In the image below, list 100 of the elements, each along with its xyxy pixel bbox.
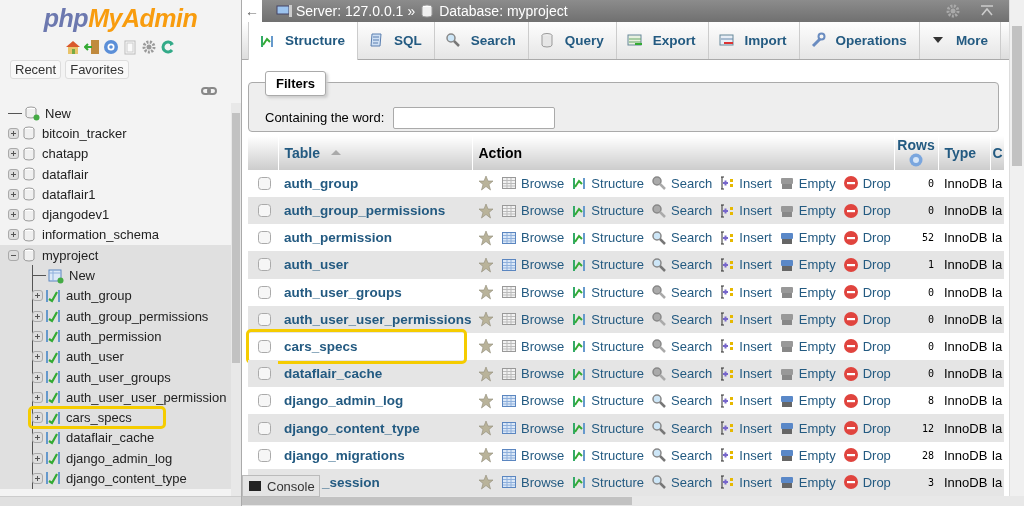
row-checkbox[interactable] xyxy=(258,204,271,218)
action-link[interactable]: Drop xyxy=(842,284,891,301)
action-link[interactable]: Empty xyxy=(778,392,836,409)
tree-item[interactable]: dataflair_cache xyxy=(66,430,155,446)
row-checkbox[interactable] xyxy=(258,176,271,190)
action-link[interactable]: Structure xyxy=(571,311,645,328)
action-link[interactable]: Search xyxy=(651,202,713,219)
tree-item[interactable]: bitcoin_tracker xyxy=(42,125,127,141)
table-name-link[interactable]: django_admin_log xyxy=(284,393,404,409)
tree-item[interactable]: New xyxy=(69,268,95,283)
action-link[interactable]: Insert xyxy=(719,284,772,301)
tree-item[interactable]: auth_group_permissions xyxy=(66,308,209,324)
table-name-link[interactable]: auth_group xyxy=(284,175,359,191)
action-link[interactable]: Empty xyxy=(778,447,836,464)
tab[interactable]: SQL xyxy=(358,22,435,59)
expand-toggle[interactable] xyxy=(32,330,43,342)
tree-item[interactable]: New xyxy=(45,105,71,121)
action-link[interactable]: Structure xyxy=(571,420,645,437)
action-link[interactable]: Empty xyxy=(778,420,836,437)
action-link[interactable]: Empty xyxy=(778,365,836,382)
column-header[interactable]: Table xyxy=(284,144,321,161)
expand-toggle[interactable] xyxy=(32,412,43,424)
action-link[interactable]: Insert xyxy=(719,474,772,491)
action-link[interactable]: Structure xyxy=(571,256,645,273)
action-link[interactable]: Structure xyxy=(571,229,645,246)
tree-item[interactable]: djangodev1 xyxy=(42,207,110,223)
tree-item[interactable]: auth_user xyxy=(66,349,124,365)
scrollbar[interactable] xyxy=(1009,0,1024,496)
tab[interactable]: More xyxy=(919,22,1002,59)
action-link[interactable]: Structure xyxy=(571,392,645,409)
collapse-toggle[interactable] xyxy=(8,249,19,261)
tree-item[interactable]: chatapp xyxy=(42,146,89,162)
tree-item[interactable]: information_schema xyxy=(42,227,160,243)
action-link[interactable]: Structure xyxy=(571,447,645,464)
action-link[interactable]: Browse xyxy=(501,474,565,491)
row-checkbox[interactable] xyxy=(258,367,271,381)
filter-field[interactable] xyxy=(393,106,556,129)
row-checkbox[interactable] xyxy=(258,394,271,408)
action-link[interactable]: Structure xyxy=(571,474,645,491)
action-link[interactable]: Insert xyxy=(719,229,772,246)
row-checkbox[interactable] xyxy=(258,448,271,462)
action-link[interactable]: Empty xyxy=(778,474,836,491)
action-link[interactable]: Drop xyxy=(842,474,891,491)
action-link[interactable]: Drop xyxy=(842,229,891,246)
action-link[interactable]: Drop xyxy=(842,447,891,464)
nav-button[interactable]: Favorites xyxy=(65,60,129,79)
expand-toggle[interactable] xyxy=(32,371,43,383)
tab[interactable]: Operations xyxy=(799,22,920,59)
action-link[interactable]: Insert xyxy=(719,256,772,273)
action-link[interactable]: Search xyxy=(651,284,713,301)
tree-item[interactable]: django_content_type xyxy=(66,471,187,486)
expand-toggle[interactable] xyxy=(8,168,19,180)
action-link[interactable]: Browse xyxy=(501,338,565,355)
expand-toggle[interactable] xyxy=(32,351,43,363)
expand-toggle[interactable] xyxy=(8,229,19,241)
row-checkbox[interactable] xyxy=(258,339,271,353)
action-link[interactable]: Search xyxy=(651,365,713,382)
row-checkbox[interactable] xyxy=(258,312,271,326)
expand-toggle[interactable] xyxy=(32,473,43,484)
tree-item[interactable]: auth_user_groups xyxy=(66,369,171,385)
expand-toggle[interactable] xyxy=(8,209,19,221)
action-link[interactable]: Insert xyxy=(719,338,772,355)
action-link[interactable]: Search xyxy=(651,311,713,328)
action-link[interactable]: Drop xyxy=(842,392,891,409)
breadcrumb-link[interactable]: Server: 127.0.0.1 xyxy=(296,3,404,19)
action-link[interactable]: Search xyxy=(651,392,713,409)
action-link[interactable]: Browse xyxy=(501,392,565,409)
expand-toggle[interactable] xyxy=(32,310,43,322)
action-link[interactable]: Structure xyxy=(571,202,645,219)
action-link[interactable]: Search xyxy=(651,474,713,491)
tab[interactable]: Search xyxy=(434,22,529,59)
action-link[interactable]: Insert xyxy=(719,175,772,192)
action-link[interactable]: Structure xyxy=(571,175,645,192)
action-link[interactable]: Browse xyxy=(501,311,565,328)
tab[interactable]: Export xyxy=(616,22,709,59)
table-name-link[interactable]: _session xyxy=(322,474,380,490)
action-link[interactable]: Empty xyxy=(778,229,836,246)
action-link[interactable]: Browse xyxy=(501,420,565,437)
action-link[interactable]: Search xyxy=(651,175,713,192)
scrollbar[interactable] xyxy=(231,103,241,496)
action-link[interactable]: Search xyxy=(651,447,713,464)
tree-item[interactable]: auth_user_user_permission xyxy=(66,389,227,405)
action-link[interactable]: Structure xyxy=(571,338,645,355)
expand-toggle[interactable] xyxy=(32,290,43,302)
expand-toggle[interactable] xyxy=(32,452,43,464)
scrollbar[interactable] xyxy=(0,496,241,506)
table-name-link[interactable]: auth_user xyxy=(284,257,349,273)
breadcrumb-link[interactable]: Database: myproject xyxy=(439,3,568,19)
action-link[interactable]: Search xyxy=(651,338,713,355)
action-link[interactable]: Insert xyxy=(719,420,772,437)
action-link[interactable]: Drop xyxy=(842,256,891,273)
tree-item[interactable]: cars_specs xyxy=(66,410,132,426)
row-checkbox[interactable] xyxy=(258,285,271,299)
action-link[interactable]: Empty xyxy=(778,284,836,301)
table-name-link[interactable]: cars_specs xyxy=(284,338,358,354)
action-link[interactable]: Insert xyxy=(719,392,772,409)
action-link[interactable]: Drop xyxy=(842,420,891,437)
nav-button[interactable]: Recent xyxy=(10,60,62,79)
tree-item[interactable]: myproject xyxy=(42,247,99,263)
expand-toggle[interactable] xyxy=(8,188,19,200)
